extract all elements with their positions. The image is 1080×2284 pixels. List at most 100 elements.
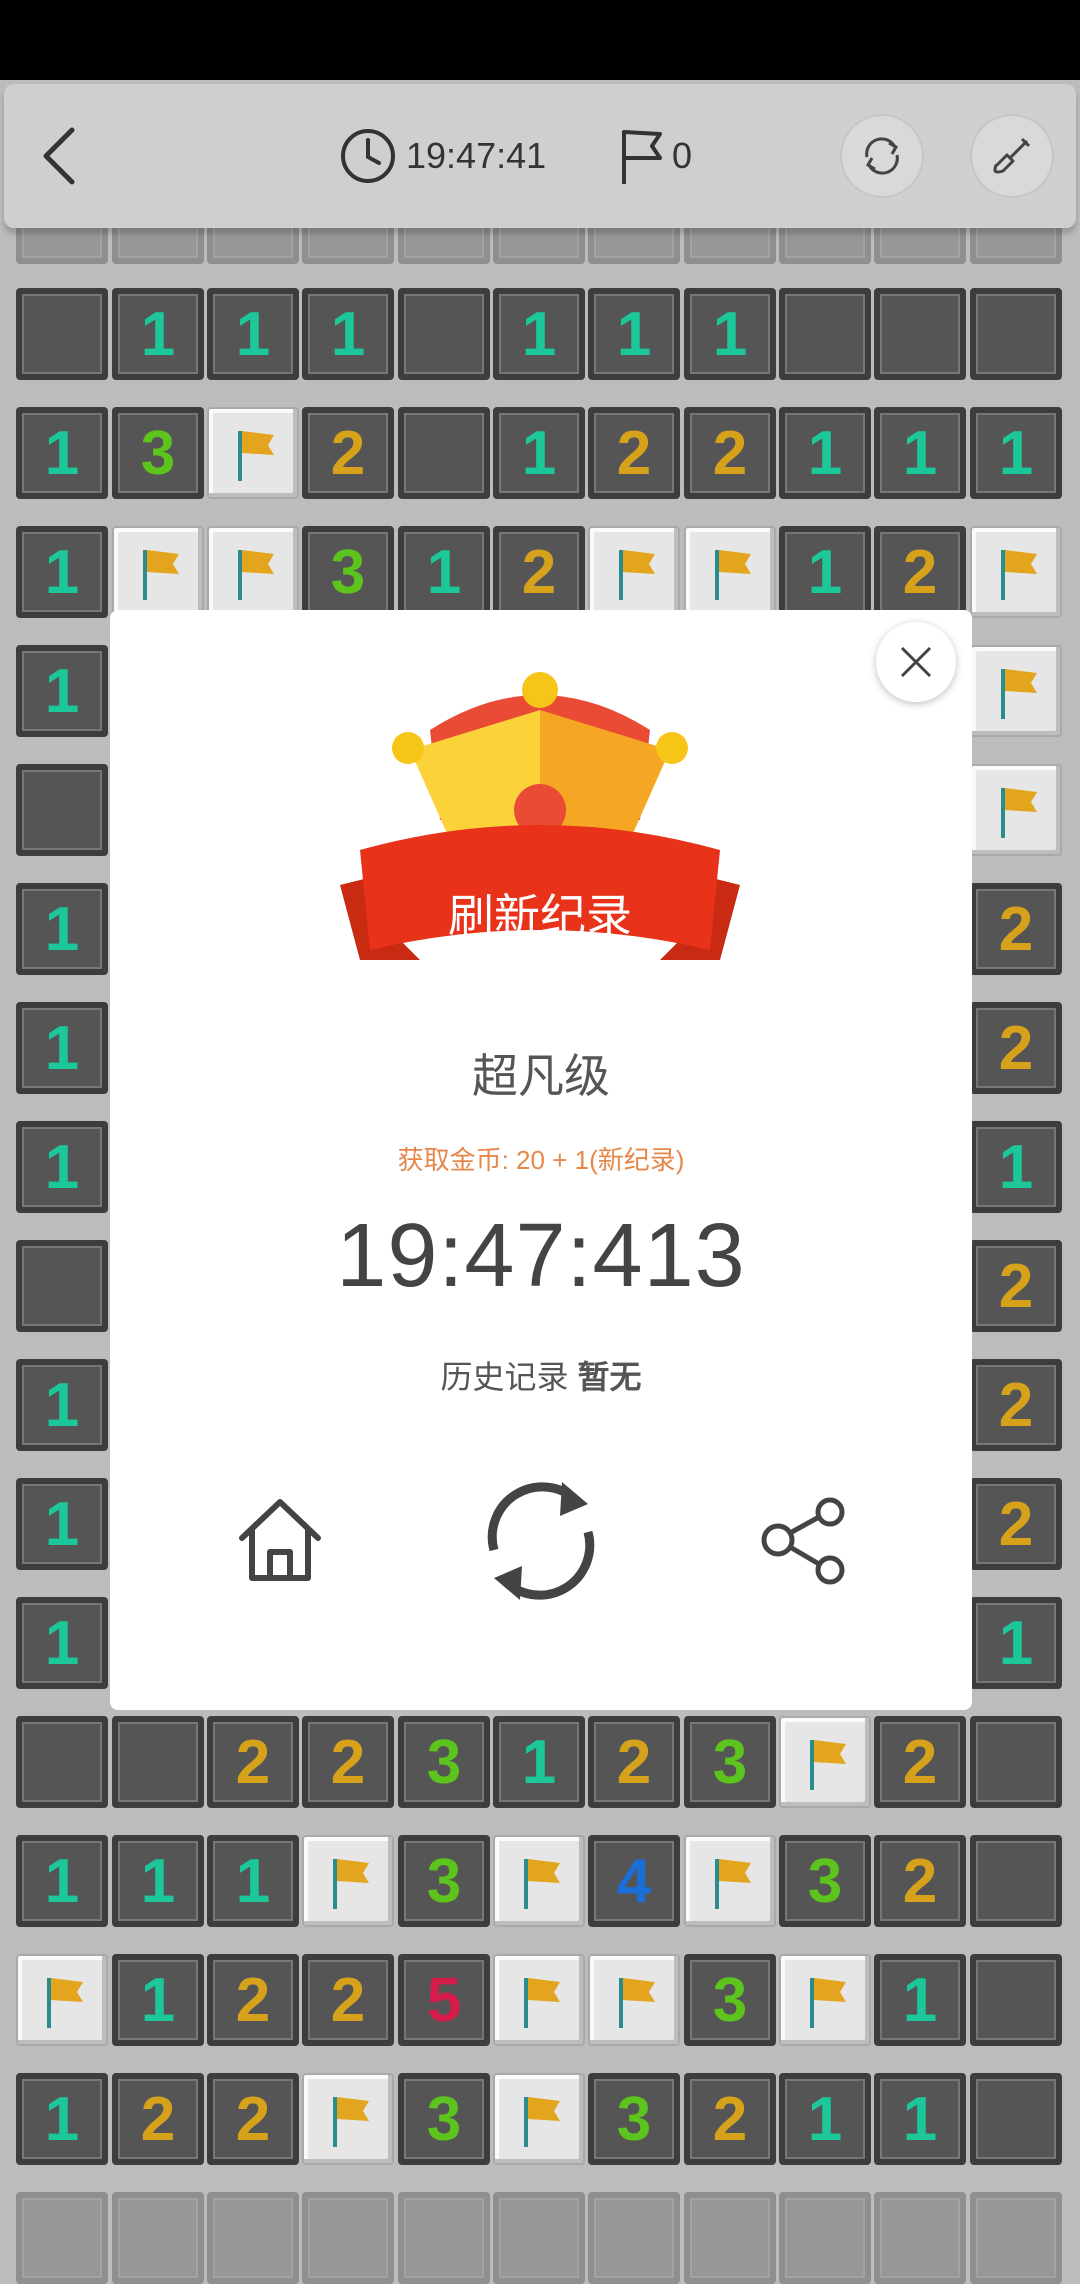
empty-cell[interactable]	[970, 288, 1062, 380]
number-cell[interactable]: 3	[398, 1835, 490, 1927]
flagged-cell[interactable]	[112, 526, 204, 618]
number-cell[interactable]: 1	[874, 407, 966, 499]
number-cell[interactable]: 1	[970, 407, 1062, 499]
number-cell[interactable]: 1	[493, 1716, 585, 1808]
number-cell[interactable]: 1	[970, 1121, 1062, 1213]
empty-cell[interactable]	[16, 1240, 108, 1332]
flagged-cell[interactable]	[302, 2073, 394, 2165]
home-button[interactable]	[230, 1490, 330, 1595]
flagged-cell[interactable]	[779, 1954, 871, 2046]
number-cell[interactable]: 1	[16, 1002, 108, 1094]
flagged-cell[interactable]	[493, 1954, 585, 2046]
number-cell[interactable]: 2	[874, 1835, 966, 1927]
number-cell[interactable]: 1	[112, 1954, 204, 2046]
number-cell[interactable]: 1	[112, 1835, 204, 1927]
number-cell[interactable]: 2	[970, 1478, 1062, 1570]
number-cell[interactable]: 1	[16, 883, 108, 975]
back-button[interactable]	[32, 120, 92, 192]
number-cell[interactable]: 2	[970, 1002, 1062, 1094]
empty-cell[interactable]	[779, 2192, 871, 2284]
empty-cell[interactable]	[16, 764, 108, 856]
number-cell[interactable]: 2	[970, 1240, 1062, 1332]
number-cell[interactable]: 2	[684, 407, 776, 499]
number-cell[interactable]: 2	[970, 883, 1062, 975]
number-cell[interactable]: 1	[684, 288, 776, 380]
number-cell[interactable]: 1	[16, 2073, 108, 2165]
number-cell[interactable]: 2	[207, 1716, 299, 1808]
flagged-cell[interactable]	[779, 1716, 871, 1808]
number-cell[interactable]: 1	[16, 526, 108, 618]
empty-cell[interactable]	[970, 1835, 1062, 1927]
empty-cell[interactable]	[970, 1716, 1062, 1808]
empty-cell[interactable]	[970, 2192, 1062, 2284]
number-cell[interactable]: 2	[588, 407, 680, 499]
flagged-cell[interactable]	[493, 1835, 585, 1927]
empty-cell[interactable]	[684, 2192, 776, 2284]
number-cell[interactable]: 1	[493, 407, 585, 499]
number-cell[interactable]: 1	[16, 1121, 108, 1213]
number-cell[interactable]: 1	[874, 2073, 966, 2165]
number-cell[interactable]: 1	[16, 1478, 108, 1570]
number-cell[interactable]: 1	[16, 645, 108, 737]
number-cell[interactable]: 1	[779, 2073, 871, 2165]
number-cell[interactable]: 3	[112, 407, 204, 499]
number-cell[interactable]: 2	[874, 1716, 966, 1808]
flagged-cell[interactable]	[16, 1954, 108, 2046]
empty-cell[interactable]	[493, 2192, 585, 2284]
number-cell[interactable]: 4	[588, 1835, 680, 1927]
number-cell[interactable]: 2	[874, 526, 966, 618]
number-cell[interactable]: 3	[302, 526, 394, 618]
number-cell[interactable]: 3	[684, 1954, 776, 2046]
flagged-cell[interactable]	[207, 407, 299, 499]
replay-button[interactable]	[476, 1470, 606, 1615]
number-cell[interactable]: 3	[684, 1716, 776, 1808]
empty-cell[interactable]	[398, 2192, 490, 2284]
number-cell[interactable]: 1	[302, 288, 394, 380]
number-cell[interactable]: 1	[16, 1835, 108, 1927]
close-button[interactable]	[876, 622, 956, 702]
flagged-cell[interactable]	[493, 2073, 585, 2165]
empty-cell[interactable]	[970, 1954, 1062, 2046]
number-cell[interactable]: 3	[588, 2073, 680, 2165]
empty-cell[interactable]	[112, 1716, 204, 1808]
flagged-cell[interactable]	[684, 526, 776, 618]
empty-cell[interactable]	[970, 2073, 1062, 2165]
number-cell[interactable]: 2	[684, 2073, 776, 2165]
number-cell[interactable]: 1	[779, 526, 871, 618]
number-cell[interactable]: 2	[588, 1716, 680, 1808]
share-button[interactable]	[754, 1490, 854, 1595]
empty-cell[interactable]	[16, 1716, 108, 1808]
number-cell[interactable]: 1	[207, 288, 299, 380]
flagged-cell[interactable]	[588, 526, 680, 618]
number-cell[interactable]: 1	[207, 1835, 299, 1927]
empty-cell[interactable]	[16, 2192, 108, 2284]
flagged-cell[interactable]	[302, 1835, 394, 1927]
number-cell[interactable]: 1	[16, 407, 108, 499]
number-cell[interactable]: 2	[207, 1954, 299, 2046]
number-cell[interactable]: 1	[874, 1954, 966, 2046]
empty-cell[interactable]	[874, 288, 966, 380]
number-cell[interactable]: 2	[970, 1359, 1062, 1451]
number-cell[interactable]: 2	[302, 407, 394, 499]
flagged-cell[interactable]	[970, 764, 1062, 856]
number-cell[interactable]: 2	[112, 2073, 204, 2165]
number-cell[interactable]: 2	[302, 1716, 394, 1808]
restart-button[interactable]	[840, 114, 924, 198]
empty-cell[interactable]	[302, 2192, 394, 2284]
number-cell[interactable]: 1	[112, 288, 204, 380]
flagged-cell[interactable]	[207, 526, 299, 618]
number-cell[interactable]: 2	[493, 526, 585, 618]
number-cell[interactable]: 3	[398, 2073, 490, 2165]
empty-cell[interactable]	[112, 2192, 204, 2284]
number-cell[interactable]: 3	[779, 1835, 871, 1927]
number-cell[interactable]: 1	[16, 1359, 108, 1451]
number-cell[interactable]: 3	[398, 1716, 490, 1808]
empty-cell[interactable]	[588, 2192, 680, 2284]
empty-cell[interactable]	[398, 407, 490, 499]
empty-cell[interactable]	[16, 288, 108, 380]
number-cell[interactable]: 2	[302, 1954, 394, 2046]
number-cell[interactable]: 1	[493, 288, 585, 380]
number-cell[interactable]: 1	[779, 407, 871, 499]
number-cell[interactable]: 1	[16, 1597, 108, 1689]
number-cell[interactable]: 2	[207, 2073, 299, 2165]
